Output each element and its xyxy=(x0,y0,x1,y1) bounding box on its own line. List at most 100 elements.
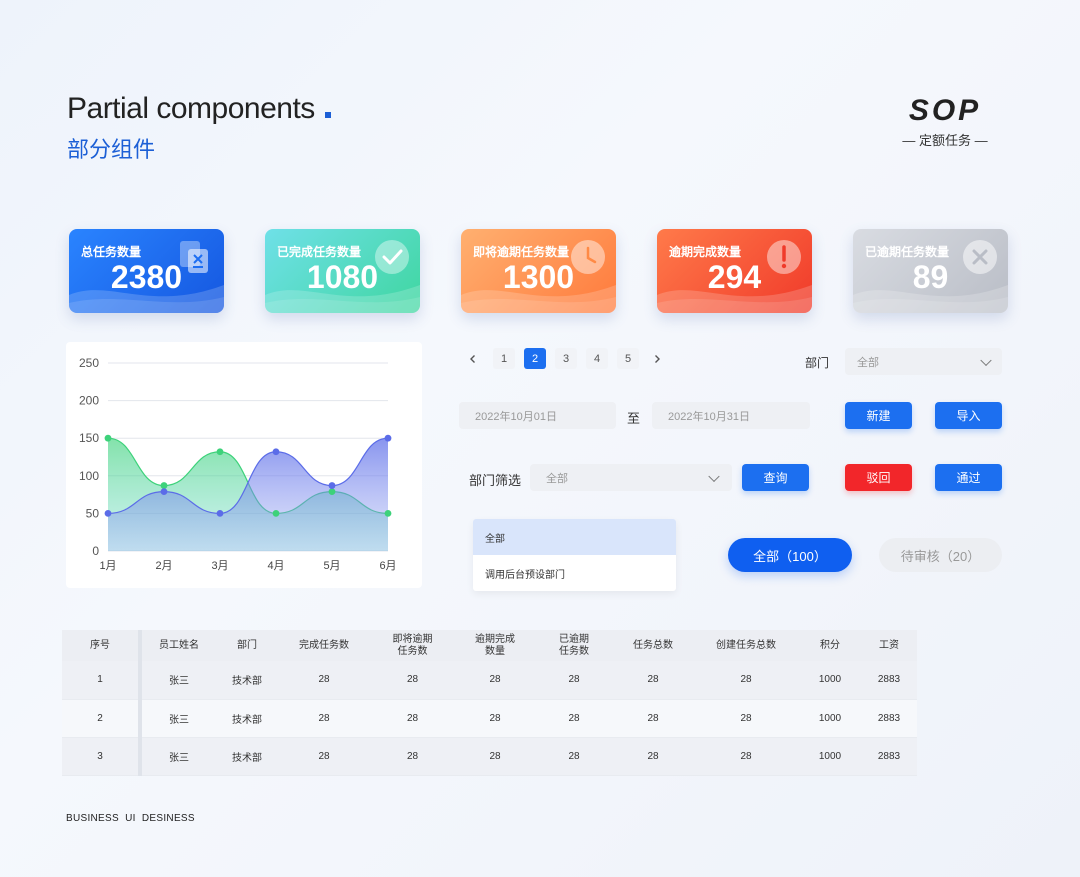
stat-card-due-soon[interactable]: 即将逾期任务数量 1300 xyxy=(461,229,616,313)
column-header: 已逾期 任务数 xyxy=(535,630,613,661)
table-cell: 28 xyxy=(278,699,370,738)
column-header: 员工姓名 xyxy=(140,630,216,661)
page-title-en: Partial components xyxy=(67,92,331,126)
brand-subtitle: — 定额任务 — xyxy=(902,133,988,148)
stat-card-overdue-completed[interactable]: 逾期完成数量 294 xyxy=(657,229,812,313)
data-point xyxy=(216,510,224,517)
filter-all-pill[interactable]: 全部（100） xyxy=(728,538,852,572)
dropdown-option-preset[interactable]: 调用后台预设部门 xyxy=(473,555,676,591)
table-cell: 技术部 xyxy=(216,699,278,738)
table-cell: 28 xyxy=(613,737,693,776)
data-point xyxy=(272,510,280,517)
table-cell: 1 xyxy=(62,661,142,700)
data-point xyxy=(328,488,336,495)
filter-pending-pill[interactable]: 待审核（20） xyxy=(879,538,1002,572)
footer-text: BUSINESS UI DESINESS xyxy=(66,813,195,824)
table-cell: 28 xyxy=(535,737,613,776)
stat-label: 已完成任务数量 xyxy=(277,245,362,259)
column-header: 序号 xyxy=(62,630,142,661)
table-cell: 2883 xyxy=(861,661,917,700)
x-tick-label: 6月 xyxy=(379,560,396,572)
column-header: 任务总数 xyxy=(613,630,693,661)
table-row[interactable]: 3 张三 技术部 28 28 28 28 28 28 1000 2883 xyxy=(62,737,917,776)
data-point xyxy=(216,448,224,456)
x-tick-label: 4月 xyxy=(267,560,284,572)
query-button[interactable]: 查询 xyxy=(742,464,809,491)
data-point xyxy=(104,510,112,517)
table-cell: 28 xyxy=(535,661,613,700)
area-chart: 0 50 100 150 200 250 1月 2月 3月 4月 5月 6月 xyxy=(79,356,397,572)
table-cell: 28 xyxy=(455,661,535,700)
stat-card-total[interactable]: 总任务数量 2380 xyxy=(69,229,224,313)
table-cell: 张三 xyxy=(140,699,216,738)
table-cell: 28 xyxy=(370,661,455,700)
table-cell: 3 xyxy=(62,737,142,776)
table-cell: 技术部 xyxy=(216,661,278,700)
dropdown-option-all[interactable]: 全部 xyxy=(473,519,676,555)
chevron-left-icon[interactable] xyxy=(462,348,484,369)
data-point xyxy=(160,482,168,489)
column-header: 逾期完成 数量 xyxy=(455,630,535,661)
approve-button[interactable]: 通过 xyxy=(935,464,1002,491)
y-tick-label: 50 xyxy=(86,506,100,520)
table-cell: 1000 xyxy=(799,737,861,776)
dept-select[interactable]: 全部 xyxy=(845,348,1002,375)
data-point xyxy=(384,510,392,517)
table-cell: 28 xyxy=(370,737,455,776)
table-cell: 28 xyxy=(455,737,535,776)
x-tick-label: 2月 xyxy=(155,560,172,572)
end-date-input[interactable]: 2022年10月31日 xyxy=(652,402,810,429)
chevron-right-icon[interactable] xyxy=(646,348,668,369)
reject-button[interactable]: 驳回 xyxy=(845,464,912,491)
exclamation-circle-icon xyxy=(767,240,801,274)
data-point xyxy=(272,448,280,456)
import-button[interactable]: 导入 xyxy=(935,402,1002,429)
stat-label: 逾期完成数量 xyxy=(669,245,742,259)
y-tick-label: 150 xyxy=(79,431,99,445)
x-circle-icon xyxy=(963,240,997,274)
page-3[interactable]: 3 xyxy=(555,348,577,369)
table-cell: 28 xyxy=(613,661,693,700)
data-point xyxy=(104,434,112,442)
check-circle-icon xyxy=(375,240,409,274)
table-cell: 28 xyxy=(370,699,455,738)
table-cell: 28 xyxy=(455,699,535,738)
chevron-down-icon xyxy=(708,470,720,482)
column-header: 积分 xyxy=(799,630,861,661)
table-cell: 2 xyxy=(62,699,142,738)
table-cell: 28 xyxy=(693,661,799,700)
table-row[interactable]: 2 张三 技术部 28 28 28 28 28 28 1000 2883 xyxy=(62,699,917,738)
data-point xyxy=(160,488,168,495)
table-header-row: 序号 员工姓名 部门 完成任务数 即将逾期 任务数 逾期完成 数量 已逾期 任务数 任务总数创… xyxy=(62,630,917,661)
column-header: 完成任务数 xyxy=(278,630,370,661)
clock-icon xyxy=(571,240,605,274)
area-chart-panel: 0 50 100 150 200 250 1月 2月 3月 4月 5月 6月 xyxy=(66,342,422,588)
end-date-value: 2022年10月31日 xyxy=(668,410,750,423)
page-title-cn: 部分组件 xyxy=(67,137,156,162)
new-button[interactable]: 新建 xyxy=(845,402,912,429)
table-cell: 1000 xyxy=(799,661,861,700)
table-cell: 28 xyxy=(535,699,613,738)
page-1[interactable]: 1 xyxy=(493,348,515,369)
document-icon xyxy=(180,241,208,273)
start-date-input[interactable]: 2022年10月01日 xyxy=(459,402,616,429)
page-5[interactable]: 5 xyxy=(617,348,639,369)
brand-name: SOP xyxy=(908,94,982,127)
y-tick-label: 200 xyxy=(79,394,99,408)
column-header: 创建任务总数 xyxy=(693,630,799,661)
table-row[interactable]: 1 张三 技术部 28 28 28 28 28 28 1000 2883 xyxy=(62,661,917,700)
stat-card-completed[interactable]: 已完成任务数量 1080 xyxy=(265,229,420,313)
dept-label: 部门 xyxy=(805,356,830,370)
table-cell: 2883 xyxy=(861,699,917,738)
table-cell: 张三 xyxy=(140,661,216,700)
page-4[interactable]: 4 xyxy=(586,348,608,369)
page-2[interactable]: 2 xyxy=(524,348,546,369)
table-cell: 28 xyxy=(693,737,799,776)
chevron-down-icon xyxy=(980,354,992,366)
dept-filter-select[interactable]: 全部 xyxy=(530,464,732,491)
dept-filter-value: 全部 xyxy=(546,472,568,485)
table-body: 1 张三 技术部 28 28 28 28 28 28 1000 2883 2 张三 技术部 28 28 28 28… xyxy=(62,661,917,776)
stat-card-overdue[interactable]: 已逾期任务数量 89 xyxy=(853,229,1008,313)
x-tick-label: 1月 xyxy=(99,560,116,572)
table-cell: 28 xyxy=(278,661,370,700)
